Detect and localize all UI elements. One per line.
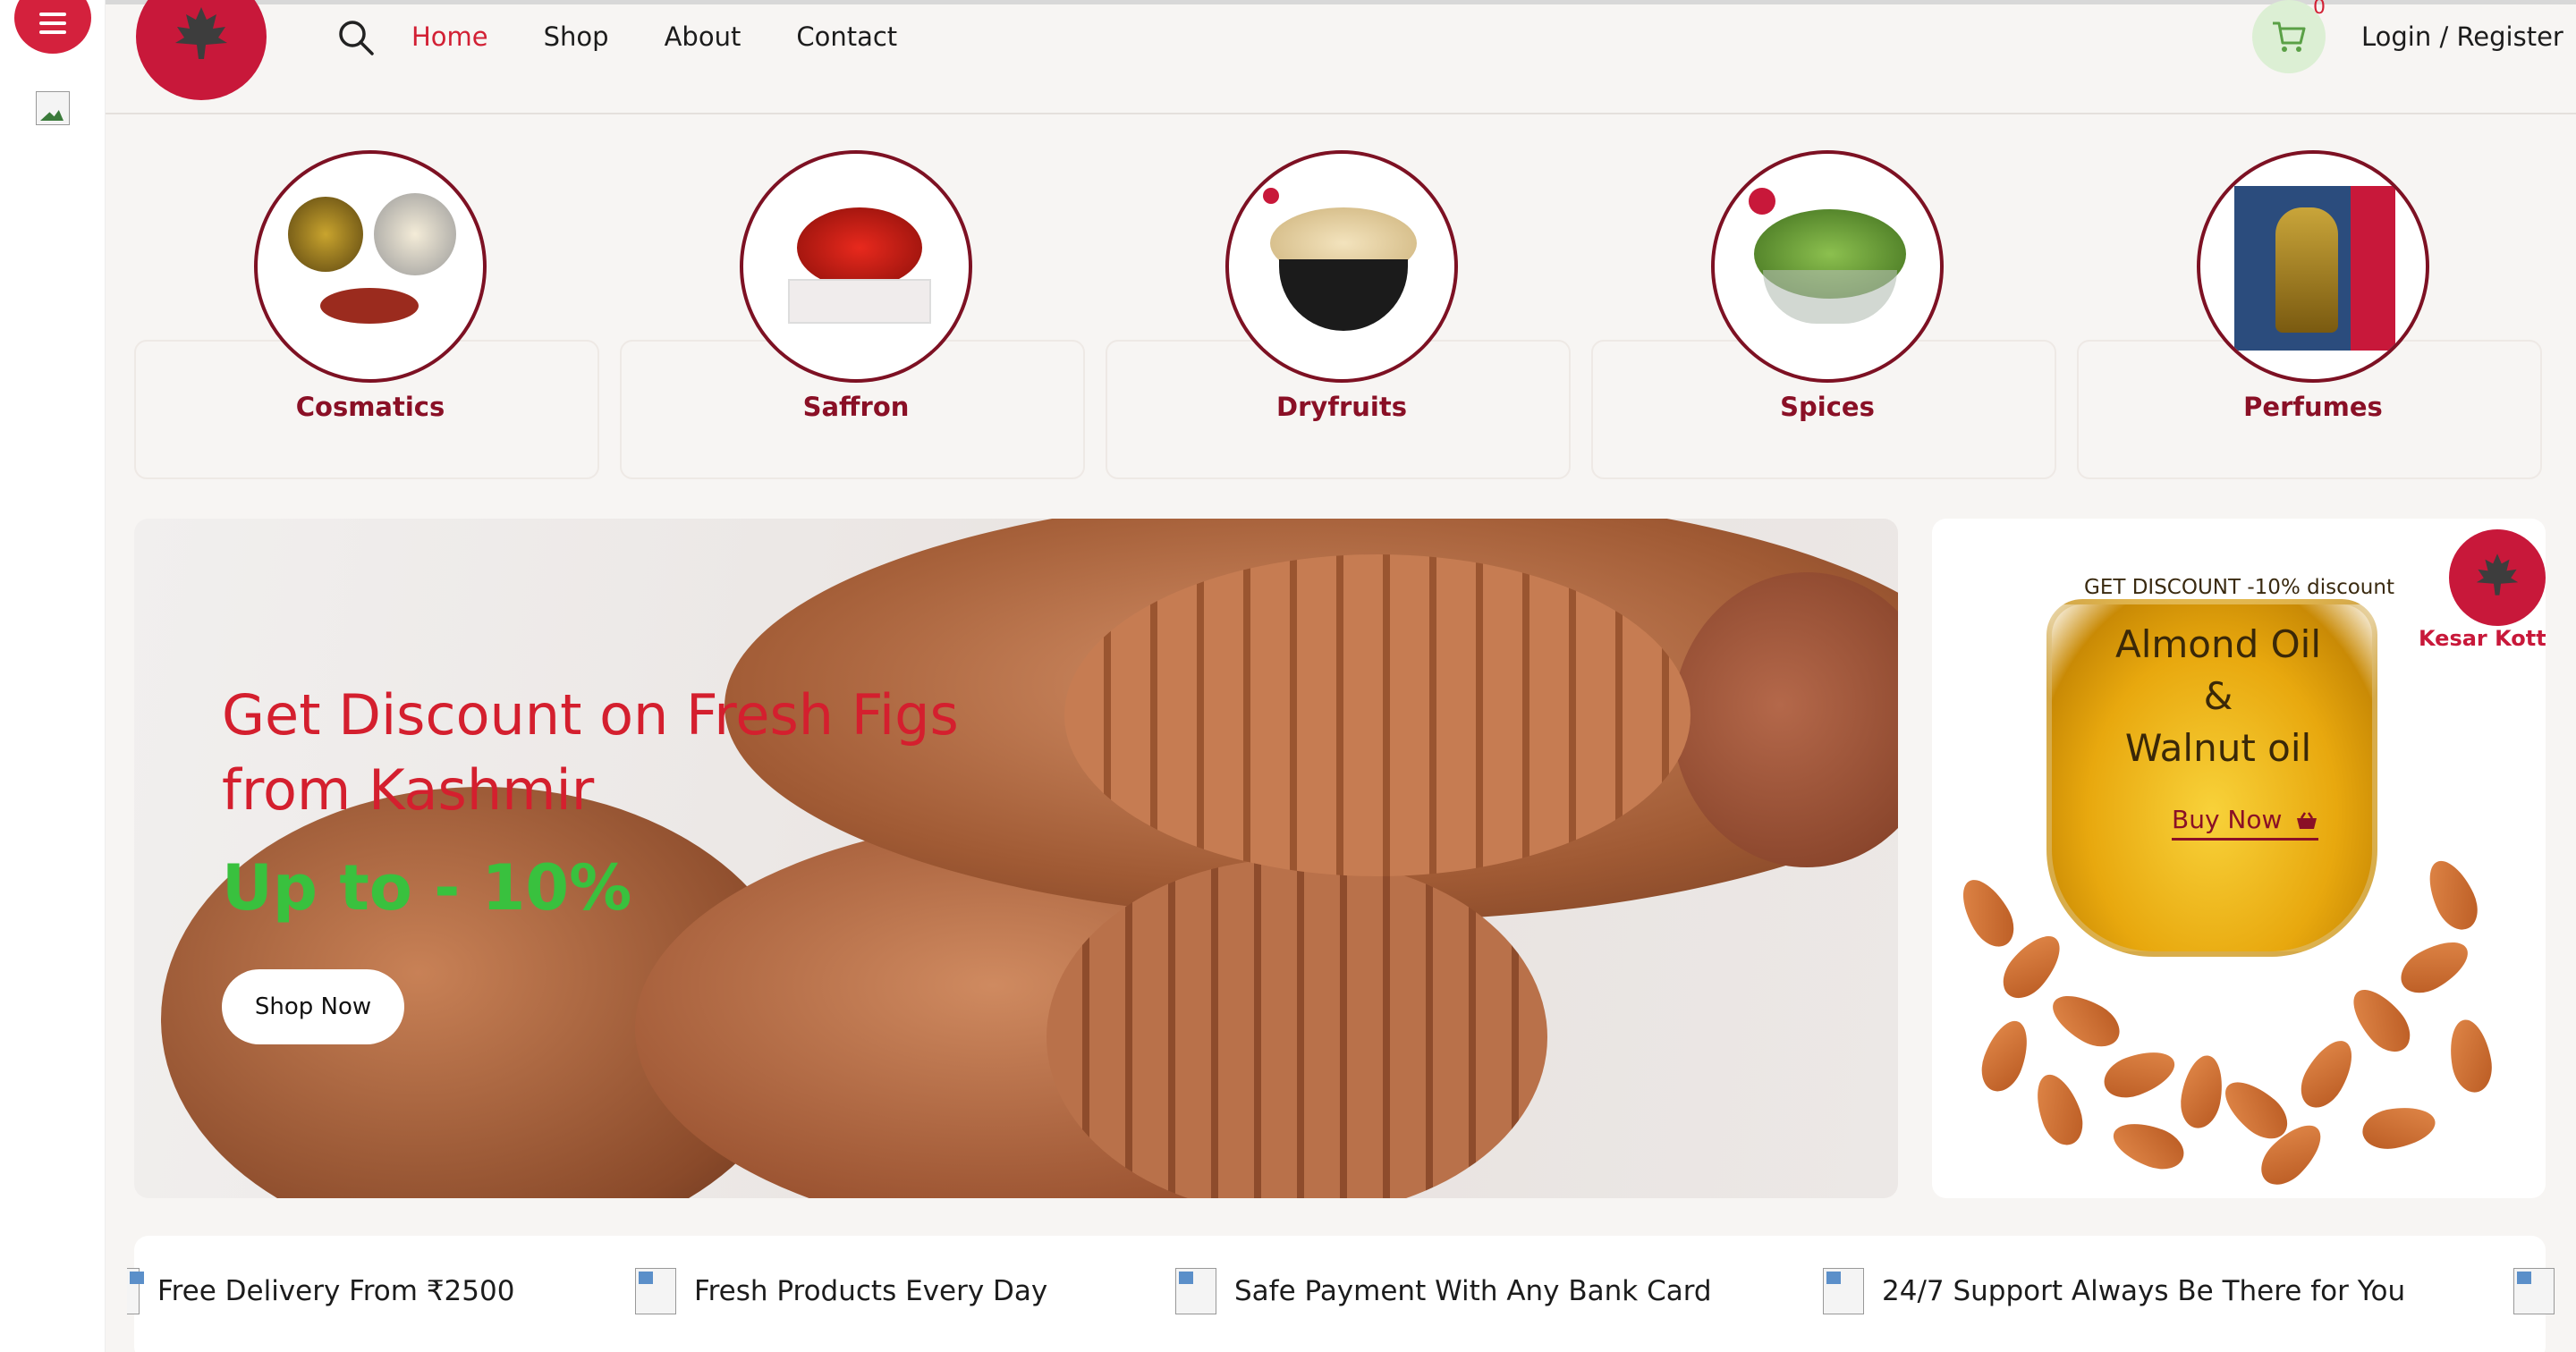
cart-icon <box>2273 21 2306 52</box>
broken-image-icon <box>1823 1268 1864 1314</box>
buy-now-link[interactable]: Buy Now <box>2172 805 2319 841</box>
broken-image-icon <box>635 1268 676 1314</box>
category-perfumes[interactable]: Perfumes <box>2197 150 2429 422</box>
nav-about[interactable]: About <box>665 21 741 52</box>
menu-icon-bar <box>39 30 66 34</box>
almond <box>2359 1102 2439 1153</box>
category-image <box>254 150 487 383</box>
category-spices[interactable]: Spices <box>1711 150 1944 422</box>
broken-image-icon <box>127 1268 144 1314</box>
hero-banner[interactable]: Get Discount on Fresh Figs from Kashmir … <box>134 519 1898 1198</box>
feature-label: 24/7 Support Always Be There for You <box>1882 1275 2406 1307</box>
category-label: Perfumes <box>2243 392 2383 422</box>
brand-dot <box>1749 188 1775 215</box>
almond <box>2176 1052 2228 1132</box>
almond <box>2028 1068 2090 1152</box>
cart-count-badge: 0 <box>2313 0 2326 19</box>
category-dryfruits[interactable]: Dryfruits <box>1225 150 1458 422</box>
almond <box>2044 984 2128 1056</box>
left-rail <box>0 0 106 1352</box>
brand-dot <box>1263 188 1279 204</box>
perfume-box-side <box>2351 186 2395 351</box>
feature-item: 24/7 Support Always Be There for You <box>1823 1268 2405 1314</box>
category-image <box>740 150 972 383</box>
search-icon[interactable] <box>336 18 376 57</box>
saffron-box <box>788 279 931 324</box>
brand-logo <box>2449 529 2546 626</box>
hero-title: Get Discount on Fresh Figs from Kashmir <box>222 682 959 823</box>
menu-icon <box>39 13 66 16</box>
category-cosmatics[interactable]: Cosmatics <box>254 150 487 422</box>
category-image <box>2197 150 2429 383</box>
saffron-pile <box>320 288 419 324</box>
nav-contact[interactable]: Contact <box>796 21 897 52</box>
promo-title-line: Walnut oil <box>2124 726 2312 770</box>
maple-leaf-logo <box>175 7 227 59</box>
category-saffron[interactable]: Saffron <box>740 150 972 422</box>
nav-home[interactable]: Home <box>411 21 488 52</box>
fig-rings <box>1064 554 1690 876</box>
almond <box>2419 853 2487 937</box>
almond <box>1952 871 2023 955</box>
promo-title-line: Almond Oil <box>2114 622 2322 666</box>
fig-rings <box>1046 858 1547 1198</box>
broken-image-icon <box>1175 1268 1216 1314</box>
login-register-link[interactable]: Login / Register <box>2361 21 2563 52</box>
basket-icon <box>2297 812 2318 829</box>
main-nav: Home Shop About Contact <box>411 21 897 52</box>
almond <box>2106 1114 2190 1177</box>
menu-button[interactable] <box>14 0 91 54</box>
almond <box>2292 1032 2363 1116</box>
promo-kicker: GET DISCOUNT -10% discount <box>2084 576 2394 599</box>
feature-label: Safe Payment With Any Bank Card <box>1234 1275 1712 1307</box>
almond <box>2097 1043 2182 1105</box>
shop-now-button[interactable]: Shop Now <box>222 969 404 1044</box>
nav-shop[interactable]: Shop <box>544 21 609 52</box>
promo-title: Almond Oil & Walnut oil <box>2039 619 2397 774</box>
feature-item: Free Delivery From ₹2500 <box>127 1268 514 1314</box>
hero-discount: Up to - 10% <box>222 851 632 925</box>
broken-image-icon <box>36 91 70 125</box>
perfume-bottle <box>2275 207 2338 333</box>
almond <box>1974 1014 2037 1098</box>
category-image <box>1225 150 1458 383</box>
promo-title-line: & <box>2203 674 2233 718</box>
feature-item: Fresh Products Every Day <box>635 1268 1047 1314</box>
category-label: Cosmatics <box>295 392 445 422</box>
category-label: Spices <box>1780 392 1875 422</box>
site-logo[interactable] <box>136 0 267 100</box>
feature-item: Safe Payment With Any Bank Card <box>1175 1268 1712 1314</box>
promo-banner[interactable]: GET DISCOUNT -10% discount Almond Oil & … <box>1932 519 2546 1198</box>
product-jar <box>374 193 456 275</box>
maple-leaf-logo <box>2476 553 2519 596</box>
feature-label: Free Delivery From ₹2500 <box>157 1275 515 1307</box>
category-label: Saffron <box>802 392 910 422</box>
buy-now-label: Buy Now <box>2172 805 2283 834</box>
almond <box>2393 931 2477 1002</box>
category-label: Dryfruits <box>1276 392 1407 422</box>
product-jar <box>288 197 363 272</box>
menu-icon-bar <box>39 21 66 25</box>
almond <box>2342 979 2420 1061</box>
broken-image-icon <box>2513 1268 2555 1314</box>
features-bar: Free Delivery From ₹2500 Fresh Products … <box>127 1236 2555 1352</box>
almond <box>2445 1016 2496 1096</box>
brand-name: Kesar Kotta <box>2419 626 2546 651</box>
saffron-threads <box>797 207 922 288</box>
site-header: Home Shop About Contact 0 Login / Regist… <box>106 0 2576 114</box>
feature-label: Fresh Products Every Day <box>694 1275 1048 1307</box>
category-image <box>1711 150 1944 383</box>
feature-item <box>2513 1268 2555 1314</box>
